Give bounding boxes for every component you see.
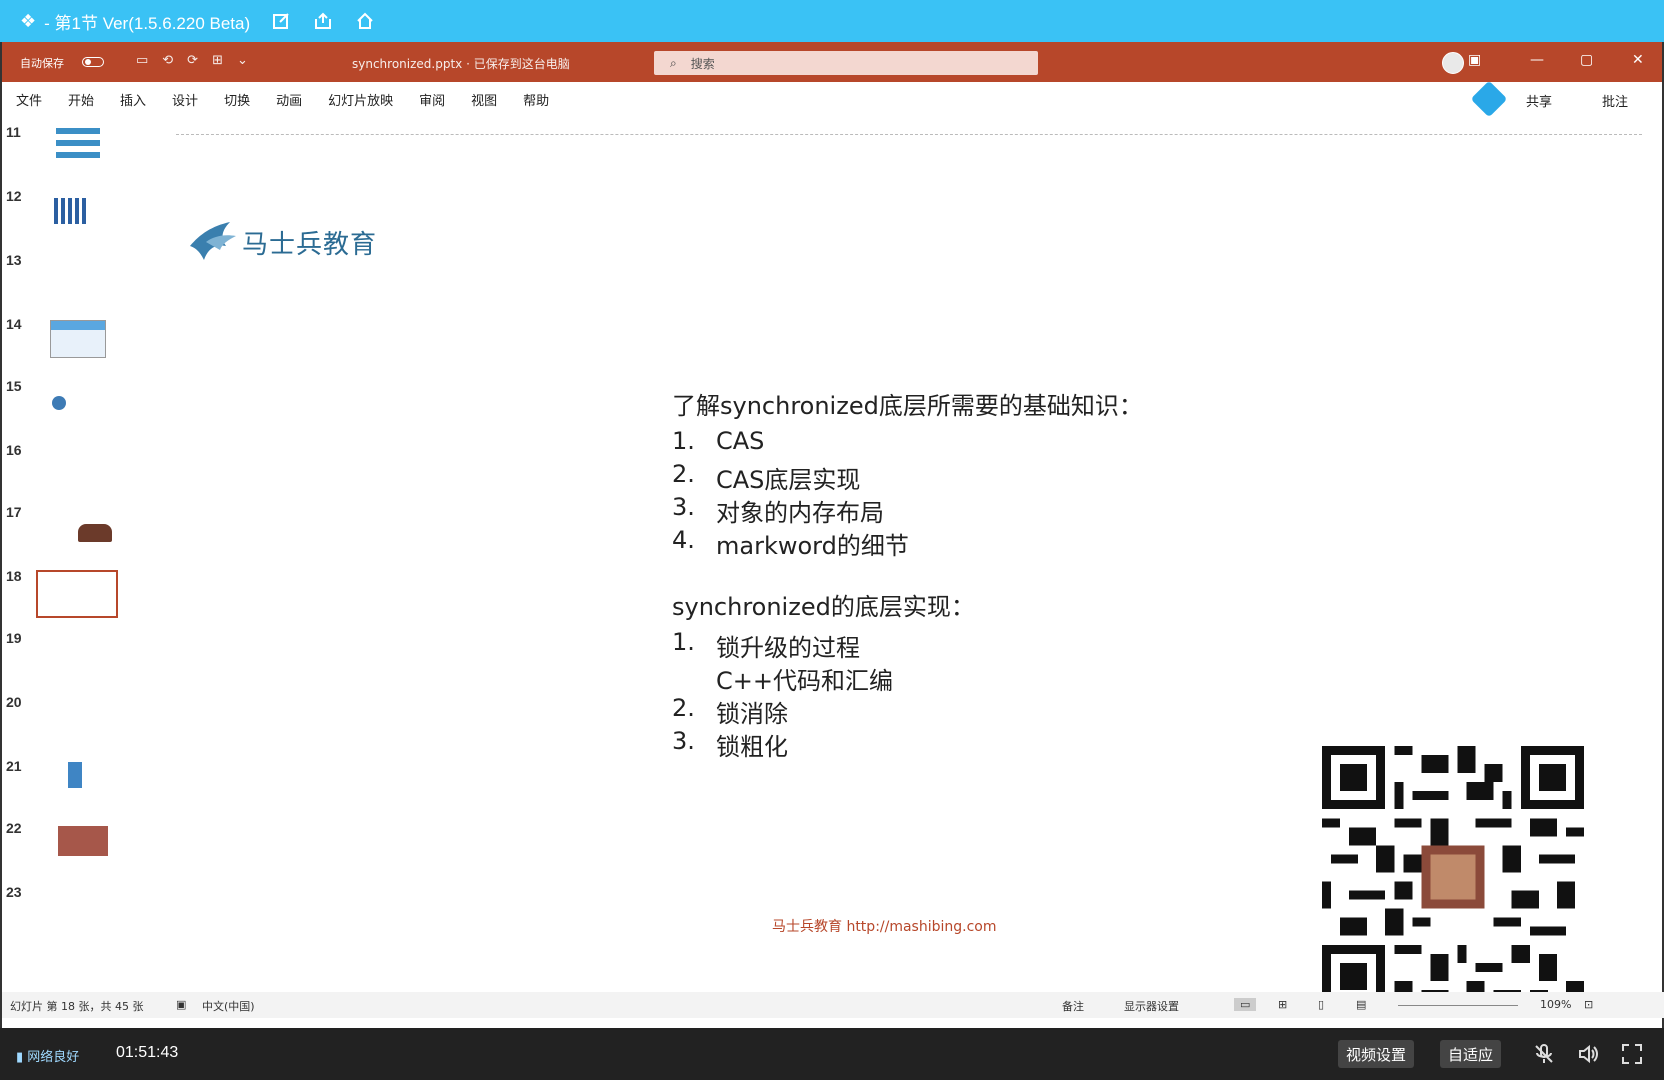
- autosave-toggle[interactable]: [82, 57, 104, 67]
- thumb-number: 21: [6, 758, 22, 774]
- playback-time: 01:51:43: [116, 1044, 179, 1061]
- slide-counter: 幻灯片 第 18 张，共 45 张: [10, 1000, 144, 1013]
- tab-transitions[interactable]: 切换: [224, 90, 250, 109]
- thumb-number: 17: [6, 504, 22, 520]
- maximize-icon[interactable]: ▢: [1580, 52, 1593, 68]
- bird-logo-icon: [190, 222, 236, 260]
- search-placeholder: 搜索: [690, 56, 715, 71]
- file-name[interactable]: synchronized.pptx · 已保存到这台电脑: [352, 55, 570, 72]
- thumb-number: 16: [6, 442, 22, 458]
- slide-content: 了解synchronized底层所需要的基础知识： 1. CAS 2. CAS底层实…: [672, 386, 1143, 761]
- thumb-number: 14: [6, 316, 22, 332]
- list-item: 2. 锁消除: [672, 694, 788, 728]
- thumb-number: 23: [6, 884, 22, 900]
- ppt-title-bar: 自动保存 ▭⟲⟳⊞⌄ synchronized.pptx · 已保存到这台电脑 …: [2, 42, 1662, 82]
- player-title: - 第1节 Ver(1.5.6.220 Beta): [44, 13, 251, 33]
- divider: [176, 134, 1642, 135]
- list-item: C++代码和汇编: [716, 667, 893, 695]
- slide-heading: synchronized的底层实现：: [672, 593, 975, 621]
- slide-footer: 马士兵教育 http://mashibing.com: [772, 919, 997, 935]
- signal-icon: ▮: [16, 1050, 28, 1065]
- brand-logo: 马士兵教育: [186, 216, 377, 268]
- reading-view-icon[interactable]: ▯: [1318, 998, 1324, 1011]
- volume-icon[interactable]: [1576, 1042, 1600, 1066]
- thumb-number: 19: [6, 630, 22, 646]
- slide-sorter-icon[interactable]: ⊞: [1278, 998, 1287, 1011]
- minimize-icon[interactable]: —: [1530, 52, 1544, 68]
- network-status: ▮ 网络良好: [16, 1050, 80, 1065]
- thumb-number: 12: [6, 188, 22, 204]
- slide-heading: 了解synchronized底层所需要的基础知识：: [672, 392, 1143, 420]
- normal-view-icon[interactable]: ▭: [1234, 998, 1257, 1011]
- slide-thumbnail[interactable]: [50, 320, 106, 358]
- list-item: 3. 对象的内存布局: [672, 493, 884, 527]
- slide-thumbnail-selected[interactable]: [36, 570, 118, 618]
- search-box[interactable]: ⌕ 搜索: [654, 51, 1038, 75]
- thumb-number: 20: [6, 694, 22, 710]
- slide-thumbnail[interactable]: [68, 762, 82, 788]
- thumb-number: 13: [6, 252, 22, 268]
- tab-home[interactable]: 开始: [68, 90, 94, 109]
- list-item: 2. CAS底层实现: [672, 460, 861, 494]
- fullscreen-icon[interactable]: [1620, 1042, 1644, 1066]
- zoom-level[interactable]: 109%: [1540, 998, 1571, 1011]
- powerpoint-window: 自动保存 ▭⟲⟳⊞⌄ synchronized.pptx · 已保存到这台电脑 …: [0, 42, 1664, 1028]
- thumb-number: 18: [6, 568, 22, 584]
- slide-thumbnail[interactable]: [56, 128, 100, 158]
- slide-canvas[interactable]: 马士兵教育 了解synchronized底层所需要的基础知识： 1. CAS 2.…: [152, 116, 1662, 1008]
- notes-button[interactable]: 备注: [1062, 998, 1084, 1014]
- video-settings-button[interactable]: 视频设置: [1338, 1040, 1415, 1068]
- tab-view[interactable]: 视图: [471, 90, 497, 109]
- thumb-number: 22: [6, 820, 22, 836]
- list-item: 1. 锁升级的过程: [672, 628, 860, 662]
- spellcheck-icon[interactable]: ▣: [176, 998, 186, 1011]
- language-indicator[interactable]: 中文(中国): [202, 998, 255, 1014]
- tab-insert[interactable]: 插入: [120, 90, 146, 109]
- quick-access-toolbar[interactable]: ▭⟲⟳⊞⌄: [136, 53, 262, 68]
- thumb-number: 11: [6, 124, 21, 140]
- mic-muted-icon[interactable]: [1532, 1042, 1556, 1066]
- slideshow-icon[interactable]: ▤: [1356, 998, 1366, 1011]
- brand-name: 马士兵教育: [242, 229, 378, 260]
- slide-thumbnail[interactable]: [78, 524, 112, 542]
- autosave-label: 自动保存: [20, 57, 64, 70]
- search-icon: ⌕: [670, 55, 677, 70]
- list-item: 1. CAS: [672, 427, 765, 455]
- adaptive-button[interactable]: 自适应: [1440, 1040, 1502, 1068]
- player-title-bar: ❖ - 第1节 Ver(1.5.6.220 Beta): [0, 0, 1664, 42]
- tab-design[interactable]: 设计: [172, 90, 198, 109]
- share-button[interactable]: 共享: [1526, 91, 1552, 110]
- display-settings-button[interactable]: 显示器设置: [1124, 998, 1179, 1014]
- tab-review[interactable]: 审阅: [419, 90, 445, 109]
- ribbon-tabs: 文件 开始 插入 设计 切换 动画 幻灯片放映 审阅 视图 帮助 共享 批注: [2, 80, 1662, 118]
- status-bar: 幻灯片 第 18 张，共 45 张 ▣ 中文(中国) 备注 显示器设置 ▭ ⊞ …: [2, 992, 1664, 1018]
- slide-thumbnail[interactable]: [58, 826, 108, 856]
- zoom-slider[interactable]: [1398, 1005, 1518, 1006]
- designer-diamond-icon[interactable]: [1470, 80, 1508, 118]
- tab-file[interactable]: 文件: [16, 90, 42, 109]
- ribbon-display-icon[interactable]: ▣: [1468, 52, 1481, 68]
- tab-animations[interactable]: 动画: [276, 90, 302, 109]
- edit-icon[interactable]: [270, 10, 292, 32]
- share-icon[interactable]: [312, 10, 334, 32]
- comment-button[interactable]: 批注: [1602, 91, 1628, 110]
- list-item: 3. 锁粗化: [672, 727, 788, 761]
- qr-code: [1322, 746, 1584, 1008]
- avatar[interactable]: [1442, 52, 1464, 74]
- slide-thumbnail[interactable]: [54, 198, 86, 224]
- player-logo-icon: ❖: [20, 10, 37, 32]
- close-icon[interactable]: ✕: [1632, 52, 1644, 68]
- slide-thumbnail[interactable]: [52, 396, 66, 410]
- slide-thumbnails-pane[interactable]: 11 12 13 14 15 16 17 18 19 20 21 22 23: [2, 116, 152, 992]
- player-control-bar: ▮ 网络良好 01:51:43 视频设置 自适应: [0, 1028, 1664, 1080]
- thumb-number: 15: [6, 378, 22, 394]
- fit-slide-icon[interactable]: ⊡: [1584, 998, 1593, 1011]
- home-icon[interactable]: [354, 10, 376, 32]
- list-item: 4. markword的细节: [672, 526, 909, 560]
- tab-help[interactable]: 帮助: [523, 90, 549, 109]
- tab-slideshow[interactable]: 幻灯片放映: [328, 90, 393, 109]
